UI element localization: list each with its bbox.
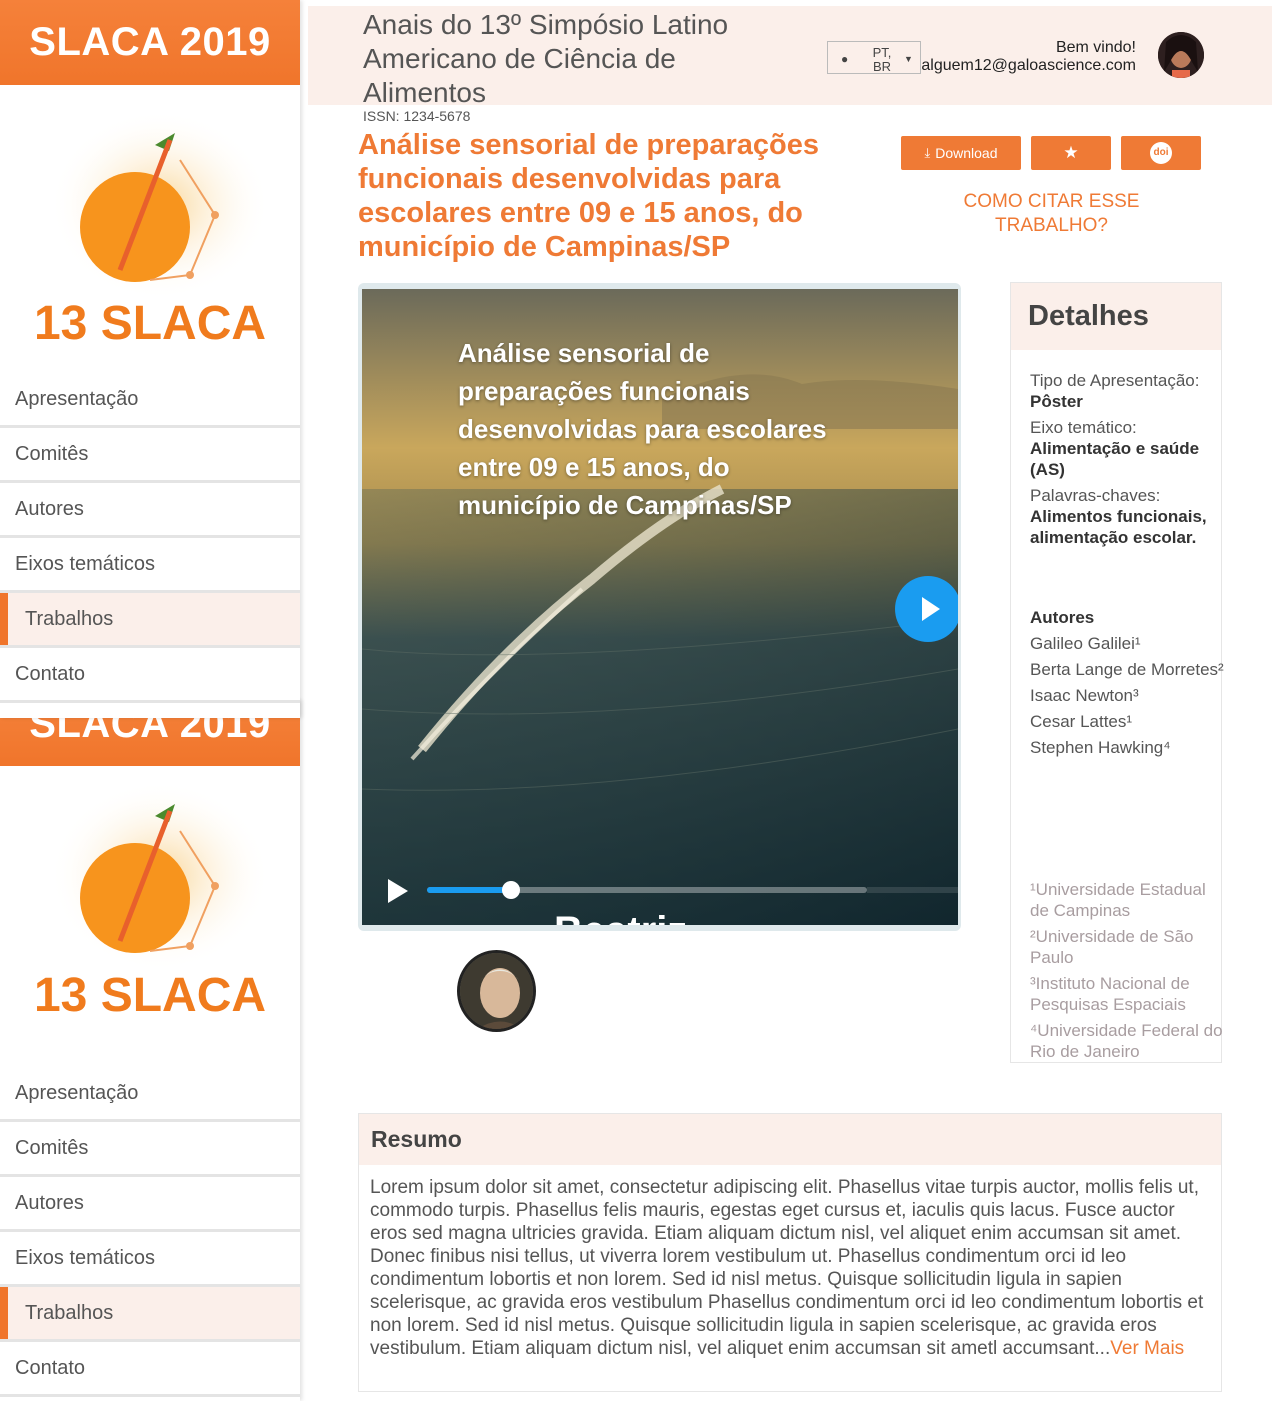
affiliation-item: ⁴Universidade Federal do Rio de Janeiro <box>1030 1021 1223 1061</box>
language-selector[interactable]: ● PT, BR ▼ <box>827 41 921 74</box>
affiliation-item: ²Universidade de São Paulo <box>1030 927 1194 967</box>
video-buffer-bar <box>867 887 958 893</box>
sidebar-item-autores-2[interactable]: Autores <box>0 1177 300 1232</box>
issn-text: ISSN: 1234-5678 <box>363 108 471 124</box>
language-code: PT, BR <box>872 45 892 74</box>
sidebar-item-contato-2[interactable]: Contato <box>0 1342 300 1397</box>
user-email: alguem12@galoascience.com <box>921 57 1136 74</box>
video-progress-fill <box>427 887 511 893</box>
presentation-type: Tipo de Apresentação: Pôster <box>1030 370 1225 412</box>
thematic-axis: Eixo temático: Alimentação e saúde (AS) <box>1030 417 1225 480</box>
sidebar-duplicate: SLACA 2019 13 SLACA Apresentação Comitês… <box>0 700 300 1401</box>
download-label: Download <box>935 145 998 161</box>
download-button[interactable]: ⤓ Download <box>901 136 1021 170</box>
doi-button[interactable]: doi <box>1121 136 1201 170</box>
abstract-panel: Resumo Lorem ipsum dolor sit amet, conse… <box>358 1113 1222 1392</box>
favorite-button[interactable]: ★ <box>1031 136 1111 170</box>
sidebar-brand: SLACA 2019 <box>0 0 300 85</box>
details-heading: Detalhes <box>1011 283 1221 350</box>
video-frame[interactable]: Análise sensorial de preparações funcion… <box>362 289 958 925</box>
logo-text: 13 SLACA <box>34 297 266 350</box>
sidebar-item-trabalhos-2[interactable]: Trabalhos <box>0 1287 300 1342</box>
keywords: Palavras-chaves: Alimentos funcionais, a… <box>1030 485 1225 548</box>
sidebar-item-autores[interactable]: Autores <box>0 483 300 538</box>
video-player: Análise sensorial de preparações funcion… <box>358 283 961 931</box>
video-progress-knob[interactable] <box>501 881 520 899</box>
conference-logo-duplicate: 13 SLACA <box>0 766 300 1067</box>
paper-title: Análise sensorial de preparações funcion… <box>358 129 819 263</box>
video-progress-bar[interactable] <box>427 881 867 899</box>
user-greeting: Bem vindo! alguem12@galoascience.com <box>921 39 1136 75</box>
presenter-avatar[interactable] <box>457 950 536 1032</box>
author-item[interactable]: Cesar Lattes¹ <box>1030 711 1225 732</box>
affiliation-item: ³Instituto Nacional de Pesquisas Espacia… <box>1030 974 1190 1014</box>
keywords-value: Alimentos funcionais, alimentação escola… <box>1030 507 1207 547</box>
sidebar-item-contato[interactable]: Contato <box>0 648 300 703</box>
author-item[interactable]: Stephen Hawking⁴ <box>1030 737 1225 758</box>
author-item[interactable]: Galileo Galilei¹ <box>1030 633 1225 654</box>
keywords-label: Palavras-chaves: <box>1030 486 1161 505</box>
authors-list: Autores Galileo Galilei¹ Berta Lange de … <box>1030 607 1225 758</box>
cite-link[interactable]: COMO CITAR ESSE TRABALHO? <box>920 190 1183 238</box>
thematic-axis-value: Alimentação e saúde (AS) <box>1030 439 1200 479</box>
presentation-type-value: Pôster <box>1030 392 1083 411</box>
abstract-body: Lorem ipsum dolor sit amet, consectetur … <box>370 1177 1204 1359</box>
user-avatar[interactable] <box>1158 32 1204 78</box>
thematic-axis-label: Eixo temático: <box>1030 418 1137 437</box>
play-icon[interactable] <box>895 576 958 642</box>
play-control-icon[interactable] <box>386 878 410 904</box>
abstract-heading: Resumo <box>359 1114 1221 1165</box>
welcome-text: Bem vindo! <box>1055 39 1136 56</box>
sidebar-item-trabalhos[interactable]: Trabalhos <box>0 593 300 648</box>
orange-logo-icon: 13 SLACA <box>34 110 270 350</box>
read-more-link[interactable]: Ver Mais <box>1110 1338 1184 1359</box>
caret-down-icon: ▼ <box>904 54 913 64</box>
sidebar-item-apresentacao-2[interactable]: Apresentação <box>0 1067 300 1122</box>
video-title: Análise sensorial de preparações funcion… <box>458 338 827 520</box>
conference-logo: 13 SLACA <box>0 85 300 373</box>
conference-title: Anais do 13º Simpósio Latino Americano d… <box>363 9 729 108</box>
download-icon: ⤓ <box>924 145 931 160</box>
video-presenter-name: Beatriz <box>554 909 687 925</box>
logo-text: 13 SLACA <box>34 969 266 1022</box>
affiliation-item: ¹Universidade Estadual de Campinas <box>1030 880 1206 920</box>
sidebar-item-comites[interactable]: Comitês <box>0 428 300 483</box>
sidebar: SLACA 2019 13 SLACA Apresentação Comitês… <box>0 0 300 718</box>
top-header: Anais do 13º Simpósio Latino Americano d… <box>308 6 1272 108</box>
doi-icon: doi <box>1150 142 1172 164</box>
authors-heading: Autores <box>1030 608 1095 627</box>
globe-icon: ● <box>841 52 849 66</box>
abstract-text: Lorem ipsum dolor sit amet, consectetur … <box>370 1176 1215 1360</box>
author-item[interactable]: Berta Lange de Morretes² <box>1030 659 1225 680</box>
sidebar-item-eixos[interactable]: Eixos temáticos <box>0 538 300 593</box>
author-item[interactable]: Isaac Newton³ <box>1030 685 1225 706</box>
details-panel: Detalhes Tipo de Apresentação: Pôster Ei… <box>1010 282 1225 1063</box>
sidebar-item-eixos-2[interactable]: Eixos temáticos <box>0 1232 300 1287</box>
star-icon: ★ <box>1063 143 1079 162</box>
sidebar-item-comites-2[interactable]: Comitês <box>0 1122 300 1177</box>
sidebar-item-apresentacao[interactable]: Apresentação <box>0 373 300 428</box>
presentation-type-label: Tipo de Apresentação: <box>1030 371 1200 390</box>
orange-logo-icon: 13 SLACA <box>34 781 270 1022</box>
